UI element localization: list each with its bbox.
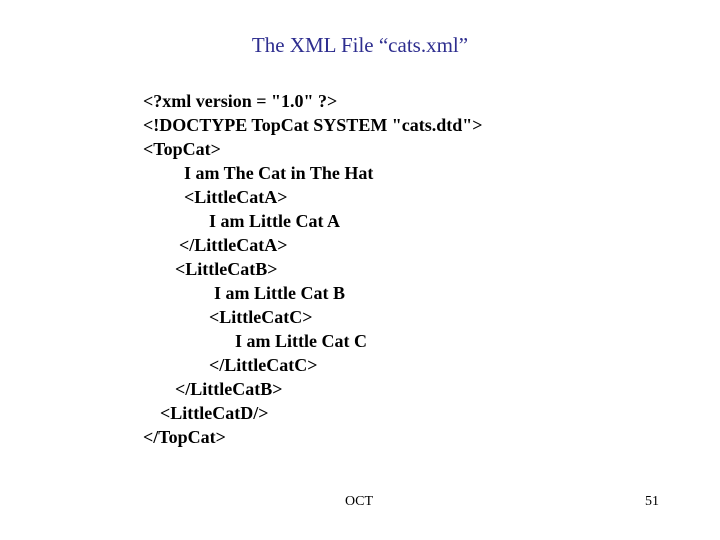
code-line-topcat-text: I am The Cat in The Hat xyxy=(184,163,374,183)
code-line-littlecatc-close: </LittleCatC> xyxy=(209,355,318,375)
code-line-littlecatb-open: <LittleCatB> xyxy=(175,259,278,279)
slide-title: The XML File “cats.xml” xyxy=(251,33,469,57)
code-line-littlecatd-empty: <LittleCatD/> xyxy=(160,403,269,423)
page-number: 51 xyxy=(645,494,659,509)
slide: The XML File “cats.xml” <?xml version = … xyxy=(0,0,720,540)
code-line-littlecata-close: </LittleCatA> xyxy=(179,235,288,255)
code-line-littlecatc-open: <LittleCatC> xyxy=(209,307,313,327)
code-line-topcat-open: <TopCat> xyxy=(143,139,221,159)
code-line-doctype: <!DOCTYPE TopCat SYSTEM "cats.dtd"> xyxy=(143,115,483,135)
code-line-topcat-close: </TopCat> xyxy=(143,427,226,447)
code-line-littlecata-open: <LittleCatA> xyxy=(184,187,288,207)
code-line-littlecatb-close: </LittleCatB> xyxy=(175,379,283,399)
code-line-littlecata-text: I am Little Cat A xyxy=(209,211,340,231)
code-line-littlecatb-text: I am Little Cat B xyxy=(214,283,345,303)
code-line-littlecatc-text: I am Little Cat C xyxy=(235,331,367,351)
code-line-xml-declaration: <?xml version = "1.0" ?> xyxy=(143,91,338,111)
footer-label: OCT xyxy=(345,494,373,509)
